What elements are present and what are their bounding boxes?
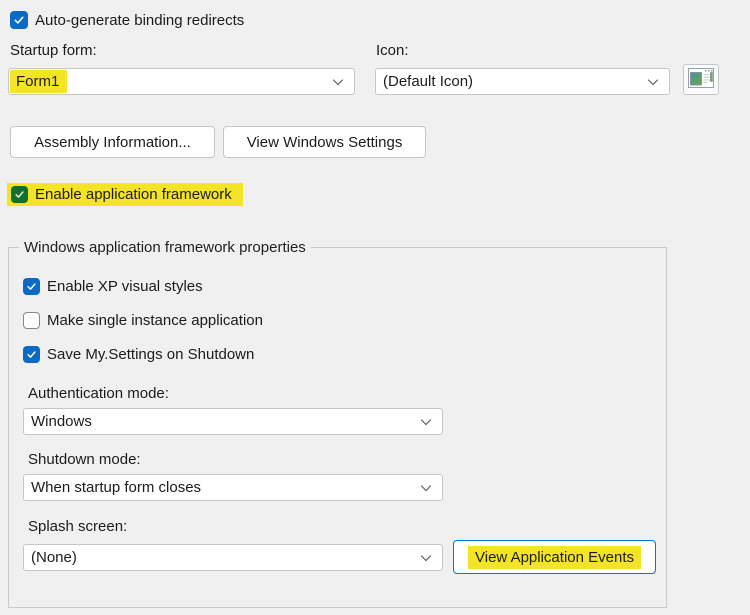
checkbox-label: Save My.Settings on Shutdown bbox=[47, 346, 254, 363]
view-windows-settings-button[interactable]: View Windows Settings bbox=[223, 126, 426, 158]
splash-screen-label: Splash screen: bbox=[28, 518, 127, 535]
application-settings-pane: Auto-generate binding redirects Startup … bbox=[0, 0, 750, 615]
checkbox-checked-icon bbox=[11, 186, 28, 203]
splash-screen-combobox[interactable]: (None) bbox=[23, 544, 443, 571]
button-label: Assembly Information... bbox=[34, 134, 191, 151]
startup-form-value: Form1 bbox=[16, 69, 59, 94]
button-label: View Windows Settings bbox=[247, 134, 403, 151]
assembly-information-button[interactable]: Assembly Information... bbox=[10, 126, 215, 158]
enable-xp-visual-styles-checkbox[interactable]: Enable XP visual styles bbox=[23, 278, 203, 295]
default-application-icon bbox=[688, 68, 714, 92]
checkbox-label: Auto-generate binding redirects bbox=[35, 12, 244, 29]
icon-combobox[interactable]: (Default Icon) bbox=[375, 68, 670, 95]
startup-form-label: Startup form: bbox=[10, 42, 97, 59]
splash-screen-value: (None) bbox=[31, 545, 77, 570]
checkbox-label: Enable XP visual styles bbox=[47, 278, 203, 295]
checkbox-checked-icon bbox=[23, 278, 40, 295]
auto-generate-binding-redirects-checkbox[interactable]: Auto-generate binding redirects bbox=[10, 11, 244, 29]
enable-application-framework-checkbox[interactable]: Enable application framework bbox=[7, 183, 243, 206]
icon-label: Icon: bbox=[376, 42, 409, 59]
checkbox-checked-icon bbox=[23, 346, 40, 363]
chevron-down-icon bbox=[420, 549, 432, 566]
chevron-down-icon bbox=[420, 479, 432, 496]
chevron-down-icon bbox=[647, 73, 659, 90]
icon-value: (Default Icon) bbox=[383, 69, 473, 94]
save-my-settings-on-shutdown-checkbox[interactable]: Save My.Settings on Shutdown bbox=[23, 346, 254, 363]
shutdown-mode-label: Shutdown mode: bbox=[28, 451, 141, 468]
authentication-mode-label: Authentication mode: bbox=[28, 385, 169, 402]
authentication-mode-value: Windows bbox=[31, 409, 92, 434]
shutdown-mode-value: When startup form closes bbox=[31, 475, 201, 500]
icon-preview-button[interactable] bbox=[683, 64, 719, 95]
checkbox-label: Make single instance application bbox=[47, 312, 263, 329]
windows-application-framework-groupbox: Windows application framework properties… bbox=[8, 247, 667, 608]
groupbox-title: Windows application framework properties bbox=[19, 239, 311, 256]
checkbox-label: Enable application framework bbox=[35, 186, 232, 203]
make-single-instance-application-checkbox[interactable]: Make single instance application bbox=[23, 312, 263, 329]
view-application-events-button[interactable]: View Application Events bbox=[453, 540, 656, 574]
checkbox-checked-icon bbox=[10, 11, 28, 29]
button-label: View Application Events bbox=[468, 546, 641, 569]
authentication-mode-combobox[interactable]: Windows bbox=[23, 408, 443, 435]
startup-form-combobox[interactable]: Form1 bbox=[8, 68, 355, 95]
checkbox-unchecked-icon bbox=[23, 312, 40, 329]
chevron-down-icon bbox=[332, 73, 344, 90]
shutdown-mode-combobox[interactable]: When startup form closes bbox=[23, 474, 443, 501]
chevron-down-icon bbox=[420, 413, 432, 430]
